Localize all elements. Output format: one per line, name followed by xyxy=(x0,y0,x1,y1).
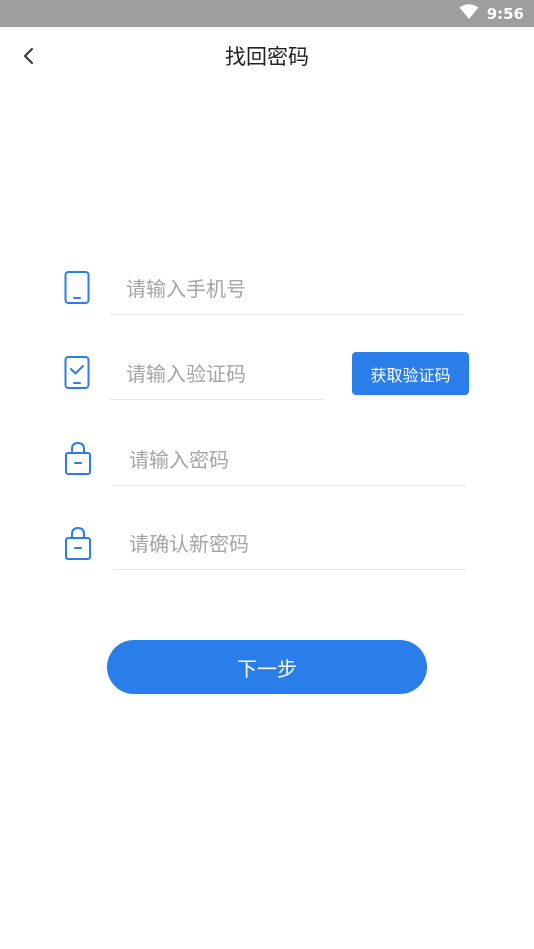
status-right: 9:56 xyxy=(459,0,524,27)
password-field xyxy=(113,435,466,486)
header: 找回密码 xyxy=(0,27,534,87)
page-title: 找回密码 xyxy=(225,45,309,69)
phone-input[interactable] xyxy=(110,264,463,314)
status-bar: 9:56 xyxy=(0,0,534,27)
confirm-password-input[interactable] xyxy=(113,519,466,569)
lock-icon xyxy=(64,525,92,561)
code-field xyxy=(110,349,324,400)
phone-field xyxy=(110,264,463,315)
sms-verify-icon xyxy=(63,355,91,391)
confirm-password-field xyxy=(113,519,466,570)
phone-icon xyxy=(63,270,91,306)
get-code-button[interactable]: 获取验证码 xyxy=(352,352,469,395)
next-button[interactable]: 下一步 xyxy=(107,640,427,694)
code-input[interactable] xyxy=(110,349,324,399)
status-time: 9:56 xyxy=(486,4,524,23)
wifi-icon xyxy=(459,3,479,24)
password-input[interactable] xyxy=(113,435,466,485)
lock-icon xyxy=(64,440,92,476)
